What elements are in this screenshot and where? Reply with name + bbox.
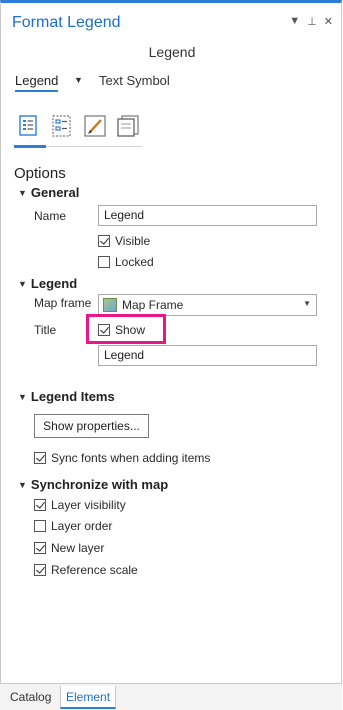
chevron-down-icon: ▼	[18, 480, 27, 490]
placement-icon[interactable]	[116, 114, 140, 138]
map-frame-label: Map frame	[34, 296, 92, 310]
legend-header-label: Legend	[30, 276, 78, 291]
layer-order-checkbox[interactable]	[34, 520, 46, 532]
active-tab-indicator	[14, 145, 46, 148]
general-section-header[interactable]: ▼ General	[18, 185, 79, 200]
pane-title: Format Legend	[12, 14, 121, 31]
synchronize-section-header[interactable]: ▼ Synchronize with map	[18, 477, 168, 492]
reference-scale-checkbox[interactable]	[34, 564, 46, 576]
tab-text-symbol[interactable]: Text Symbol	[99, 73, 170, 88]
options-heading: Options	[14, 165, 66, 182]
sync-fonts-checkbox[interactable]	[34, 452, 46, 464]
element-name-heading: Legend	[148, 44, 196, 60]
format-icon-tabs	[17, 114, 140, 140]
legend-dropdown[interactable]: Legend	[15, 73, 59, 92]
chevron-down-icon: ▼	[303, 299, 311, 308]
chevron-down-icon: ▼	[18, 279, 27, 289]
layer-visibility-checkbox[interactable]	[34, 499, 46, 511]
title-label: Title	[34, 323, 57, 337]
synchronize-header-label: Synchronize with map	[30, 477, 169, 492]
layer-order-row[interactable]: Layer order	[34, 519, 112, 533]
locked-label: Locked	[115, 255, 154, 269]
chevron-down-icon[interactable]: ▼	[74, 75, 83, 85]
name-field[interactable]: Legend	[98, 205, 317, 226]
visible-label: Visible	[115, 234, 151, 248]
reference-scale-label: Reference scale	[51, 563, 138, 577]
pin-icon[interactable]: ⊥	[307, 15, 317, 28]
pane-menu-icon[interactable]: ▼	[289, 15, 300, 28]
legend-items-section-header[interactable]: ▼ Legend Items	[18, 389, 115, 404]
layer-visibility-row[interactable]: Layer visibility	[34, 498, 126, 512]
title-text-field[interactable]: Legend	[98, 345, 317, 366]
highlight-box	[86, 314, 166, 344]
general-header-label: General	[30, 185, 80, 200]
visible-checkbox[interactable]	[98, 235, 110, 247]
name-label: Name	[34, 209, 67, 223]
tab-element[interactable]: Element	[60, 686, 117, 709]
close-icon[interactable]: ✕	[324, 15, 333, 28]
tab-catalog[interactable]: Catalog	[5, 686, 56, 707]
show-properties-button[interactable]: Show properties...	[34, 414, 149, 438]
new-layer-checkbox[interactable]	[34, 542, 46, 554]
legend-section-header[interactable]: ▼ Legend	[18, 276, 77, 291]
map-frame-value: Map Frame	[122, 298, 184, 312]
layer-order-label: Layer order	[51, 519, 113, 533]
chevron-down-icon: ▼	[18, 188, 27, 198]
reference-scale-row[interactable]: Reference scale	[34, 563, 138, 577]
chevron-down-icon: ▼	[18, 392, 27, 402]
legend-items-header-label: Legend Items	[30, 389, 115, 404]
window-controls: ▼ ⊥ ✕	[289, 15, 333, 28]
new-layer-row[interactable]: New layer	[34, 541, 104, 555]
new-layer-label: New layer	[51, 541, 105, 555]
sync-fonts-label: Sync fonts when adding items	[51, 451, 211, 465]
locked-checkbox[interactable]	[98, 256, 110, 268]
locked-checkbox-row[interactable]: Locked	[98, 255, 154, 269]
display-pencil-icon[interactable]	[83, 114, 107, 138]
format-legend-pane: Format Legend ▼ ⊥ ✕ Legend Legend ▼ Text…	[0, 0, 342, 709]
legend-options-icon[interactable]	[17, 114, 41, 138]
map-frame-icon	[103, 298, 117, 312]
sync-fonts-checkbox-row[interactable]: Sync fonts when adding items	[34, 451, 210, 465]
visible-checkbox-row[interactable]: Visible	[98, 234, 150, 248]
map-frame-select[interactable]: Map Frame ▼	[98, 294, 317, 316]
layer-visibility-label: Layer visibility	[51, 498, 126, 512]
legend-arrangement-icon[interactable]	[50, 114, 74, 138]
